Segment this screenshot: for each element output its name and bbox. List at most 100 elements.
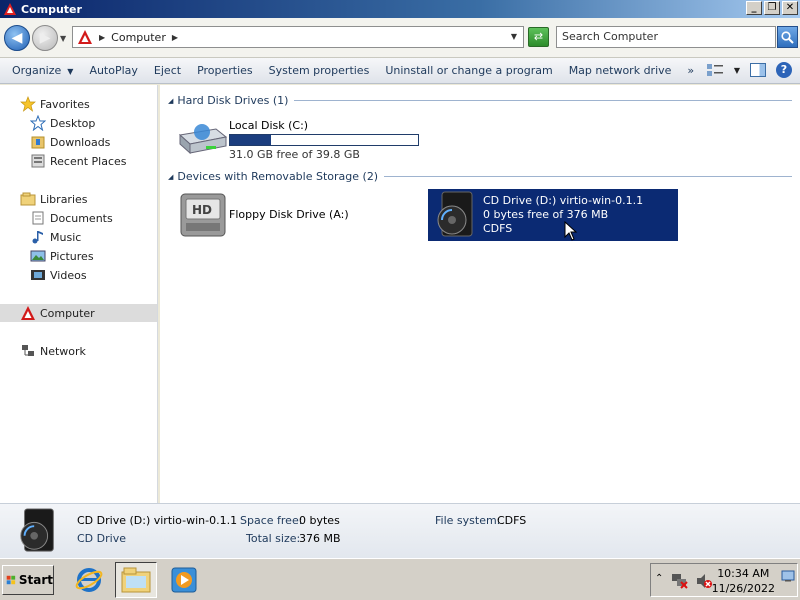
group-removable-storage[interactable]: ◢ Devices with Removable Storage (2) <box>168 170 792 183</box>
search-icon <box>781 30 794 44</box>
forward-button[interactable]: ▶ <box>32 25 58 51</box>
drive-c-info[interactable]: Local Disk (C:) 31.0 GB free of 39.8 GB <box>229 119 419 161</box>
search-input[interactable]: Search Computer <box>556 26 776 48</box>
forward-arrow-icon: ▶ <box>39 30 51 46</box>
back-button[interactable]: ◀ <box>4 25 30 51</box>
svg-text:HD: HD <box>192 203 212 217</box>
nav-libraries-label: Libraries <box>40 192 88 206</box>
content-pane: ◢ Hard Disk Drives (1) Local Disk (C:) 3… <box>160 85 800 503</box>
drive-a-info[interactable]: Floppy Disk Drive (A:) <box>229 208 349 221</box>
back-arrow-icon: ◀ <box>11 30 23 46</box>
network-status-icon[interactable] <box>671 573 689 589</box>
nav-pictures-label: Pictures <box>50 249 94 263</box>
change-view-icon[interactable] <box>706 62 724 78</box>
minimize-button[interactable]: _ <box>746 1 762 15</box>
uninstall-program-button[interactable]: Uninstall or change a program <box>377 64 560 77</box>
show-desktop-icon[interactable] <box>781 570 795 582</box>
start-label: Start <box>18 573 53 587</box>
drive-a-name: Floppy Disk Drive (A:) <box>229 208 349 221</box>
drive-a[interactable]: HD <box>178 190 228 243</box>
eject-button[interactable]: Eject <box>146 64 189 77</box>
nav-videos[interactable]: Videos <box>30 266 87 284</box>
autoplay-button[interactable]: AutoPlay <box>81 64 145 77</box>
details-pane: CD Drive (D:) virtio-win-0.1.1 CD Drive … <box>0 503 800 558</box>
organize-menu[interactable]: Organize ▼ <box>0 64 81 77</box>
nav-desktop[interactable]: Desktop <box>30 114 95 132</box>
more-commands-button[interactable]: » <box>679 64 702 77</box>
system-properties-button[interactable]: System properties <box>261 64 378 77</box>
details-total-size-value: 376 MB <box>299 532 341 545</box>
cd-drive-icon <box>437 191 473 237</box>
volume-muted-icon[interactable] <box>695 573 713 589</box>
details-file-system-label: File system: <box>435 514 501 527</box>
collapse-triangle-icon: ◢ <box>168 172 174 181</box>
drive-c-usage-fill <box>230 135 272 145</box>
taskbar-windows-explorer[interactable] <box>115 562 157 598</box>
group-hard-disk-drives[interactable]: ◢ Hard Disk Drives (1) <box>168 94 792 107</box>
drive-c[interactable] <box>176 119 228 162</box>
refresh-icon: ⇄ <box>533 30 544 43</box>
computer-icon <box>78 30 92 44</box>
show-hidden-icons-icon[interactable]: ⌃ <box>655 573 663 584</box>
details-file-system-value: CDFS <box>497 514 527 527</box>
properties-button[interactable]: Properties <box>189 64 261 77</box>
group-divider <box>294 100 792 101</box>
address-bar[interactable]: ▶ Computer ▶ ▼ <box>72 26 524 48</box>
nav-recent-places[interactable]: Recent Places <box>30 152 127 170</box>
computer-icon <box>21 306 35 320</box>
navigation-pane: Favorites Desktop Downloads Recent Place… <box>0 85 158 503</box>
details-total-size-label: Total size: <box>246 532 301 545</box>
details-name: CD Drive (D:) virtio-win-0.1.1 <box>77 514 238 527</box>
title-bar: Computer _ ❐ ✕ <box>0 0 800 18</box>
drive-d-selected[interactable]: CD Drive (D:) virtio-win-0.1.1 0 bytes f… <box>428 189 678 241</box>
drive-d-name: CD Drive (D:) virtio-win-0.1.1 <box>483 194 644 207</box>
group-removable-storage-label: Devices with Removable Storage (2) <box>177 170 379 183</box>
nav-downloads[interactable]: Downloads <box>30 133 110 151</box>
nav-favorites[interactable]: Favorites <box>20 95 90 113</box>
clock[interactable]: 10:34 AM 11/26/2022 <box>712 566 775 596</box>
nav-videos-label: Videos <box>50 268 87 282</box>
recent-pages-dropdown[interactable]: ▼ <box>60 34 66 43</box>
drive-c-usage-bar <box>229 134 419 146</box>
chevron-down-icon: ▼ <box>67 67 74 76</box>
collapse-triangle-icon: ◢ <box>168 96 174 105</box>
nav-computer-label: Computer <box>40 306 95 320</box>
organize-label: Organize <box>12 64 62 77</box>
breadcrumb-chevron-icon[interactable]: ▶ <box>172 33 178 42</box>
details-type: CD Drive <box>77 532 126 545</box>
nav-documents[interactable]: Documents <box>30 209 113 227</box>
taskbar-internet-explorer[interactable] <box>68 562 110 598</box>
search-button[interactable] <box>777 26 798 48</box>
preview-pane-icon[interactable] <box>750 63 766 77</box>
nav-network[interactable]: Network <box>20 342 86 360</box>
internet-explorer-icon <box>75 568 103 592</box>
nav-music[interactable]: Music <box>30 228 81 246</box>
nav-pictures[interactable]: Pictures <box>30 247 94 265</box>
nav-music-label: Music <box>50 230 82 244</box>
clock-time: 10:34 AM <box>717 567 770 580</box>
nav-computer[interactable]: Computer <box>0 304 157 322</box>
nav-libraries[interactable]: Libraries <box>20 190 88 208</box>
details-space-free-value: 0 bytes <box>299 514 340 527</box>
restore-button[interactable]: ❐ <box>764 1 780 15</box>
breadcrumb-computer[interactable]: Computer <box>111 31 166 44</box>
breadcrumb-separator-icon[interactable]: ▶ <box>99 33 105 42</box>
media-player-icon <box>171 567 197 593</box>
nav-favorites-label: Favorites <box>40 97 90 111</box>
drive-c-free-space: 31.0 GB free of 39.8 GB <box>229 148 360 161</box>
star-icon <box>20 96 36 112</box>
map-network-drive-button[interactable]: Map network drive <box>561 64 680 77</box>
command-bar: Organize ▼ AutoPlay Eject Properties Syst… <box>0 58 800 84</box>
nav-documents-label: Documents <box>50 211 113 225</box>
hard-disk-icon <box>178 124 228 155</box>
address-history-dropdown[interactable]: ▼ <box>511 32 517 41</box>
help-icon[interactable]: ? <box>776 62 792 78</box>
close-button[interactable]: ✕ <box>782 1 798 15</box>
view-options-chevron-icon[interactable]: ▼ <box>734 66 740 75</box>
start-button[interactable]: Start <box>2 565 54 595</box>
nav-recent-places-label: Recent Places <box>50 154 127 168</box>
refresh-button[interactable]: ⇄ <box>528 27 549 47</box>
libraries-icon <box>20 192 36 206</box>
taskbar-media-player[interactable] <box>163 562 205 598</box>
nav-network-label: Network <box>40 344 86 358</box>
